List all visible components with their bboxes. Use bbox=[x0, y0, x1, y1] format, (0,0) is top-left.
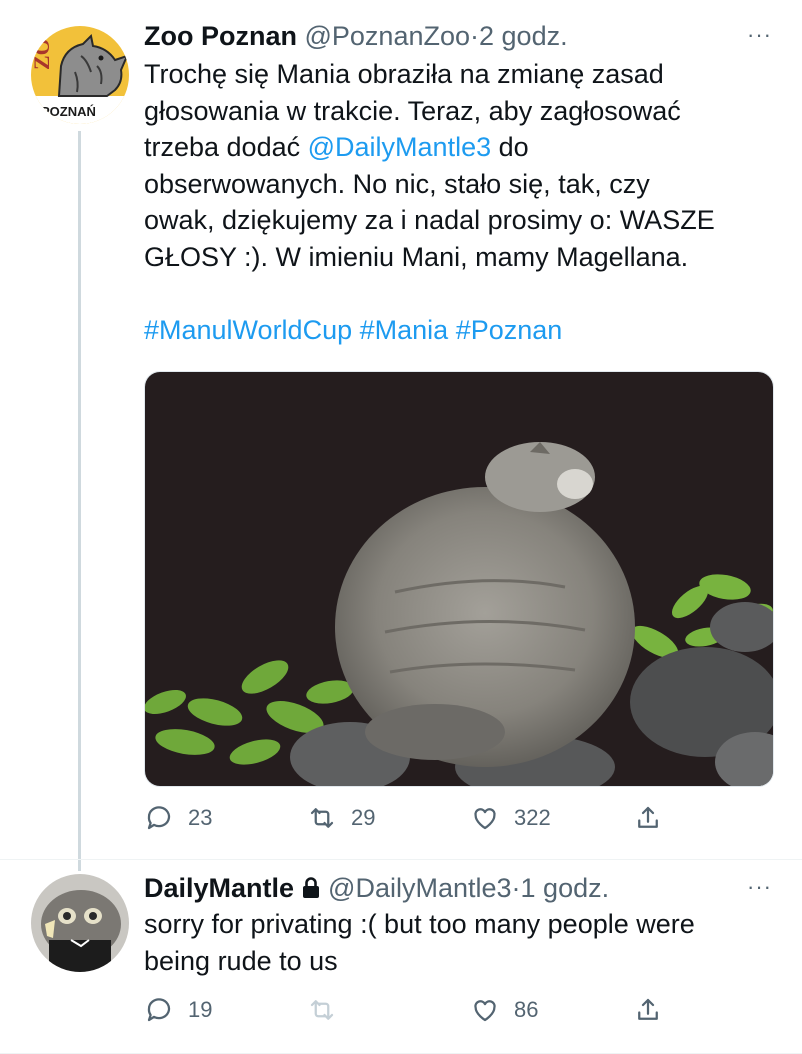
more-icon[interactable]: ··· bbox=[747, 22, 772, 48]
tweet-text-line: owak, dziękujemy za i nadal prosimy o: W… bbox=[144, 205, 715, 235]
user-handle[interactable]: @PoznanZoo bbox=[305, 21, 471, 51]
tweet-text-fragment: trzeba dodać bbox=[144, 132, 301, 162]
separator-dot: · bbox=[470, 21, 480, 51]
tweet-text-line: being rude to us bbox=[144, 945, 338, 976]
like-icon bbox=[474, 1000, 496, 1022]
logo-city-text: POZNAŃ bbox=[41, 104, 96, 119]
tweet-text-line: trzeba dodać @DailyMantle3 do bbox=[144, 129, 772, 166]
hashtag-link[interactable]: #Poznan bbox=[456, 315, 563, 345]
tweet-text-line: GŁOSY :). W imieniu Mani, mamy Magellana… bbox=[144, 241, 689, 272]
like-count: 86 bbox=[514, 997, 539, 1022]
like-icon bbox=[474, 808, 496, 830]
retweet-icon bbox=[310, 1000, 334, 1020]
tweet-dailymantle[interactable]: DailyMantle @DailyMantle3·1 godz. ··· sor… bbox=[0, 860, 802, 1054]
display-name[interactable]: DailyMantle bbox=[144, 873, 294, 903]
avatar-zoo-poznan[interactable]: ZOO POZNAŃ bbox=[31, 26, 129, 124]
lock-icon bbox=[303, 877, 320, 898]
tweet-text-fragment: do bbox=[498, 132, 529, 162]
hashtag-link[interactable]: #ManulWorldCup bbox=[144, 315, 352, 345]
manul-photo bbox=[145, 372, 773, 786]
thread-line bbox=[78, 131, 81, 871]
mention-link[interactable]: @DailyMantle3 bbox=[308, 132, 491, 162]
tweet-text-line: Trochę się Mania obraziła na zmianę zasa… bbox=[144, 59, 664, 89]
logo-zoo-text: ZOO bbox=[31, 26, 54, 70]
separator-dot: · bbox=[511, 873, 521, 903]
tweet-text-line: sorry for privating :( but too many peop… bbox=[144, 909, 695, 939]
like-button[interactable]: 322 bbox=[470, 803, 551, 833]
more-icon[interactable]: ··· bbox=[747, 874, 772, 900]
avatar-dailymantle[interactable] bbox=[31, 874, 129, 972]
share-icon bbox=[638, 806, 658, 828]
reply-icon bbox=[147, 806, 171, 830]
share-button[interactable] bbox=[633, 995, 677, 1025]
like-count: 322 bbox=[514, 805, 551, 830]
timestamp[interactable]: 1 godz. bbox=[521, 873, 610, 903]
tweet-text: Trochę się Mania obraziła na zmianę zasa… bbox=[144, 56, 772, 348]
tweet-header: Zoo Poznan @PoznanZoo·2 godz. bbox=[144, 18, 568, 54]
zoo-poznan-logo: ZOO POZNAŃ bbox=[31, 26, 129, 124]
reply-icon bbox=[147, 998, 171, 1022]
tweet-actions: 19 86 bbox=[144, 995, 664, 1035]
tweet-actions: 23 29 322 bbox=[144, 803, 664, 843]
hashtags: #ManulWorldCup #Mania #Poznan bbox=[144, 312, 772, 349]
manul-avatar-image bbox=[31, 874, 129, 972]
like-button[interactable]: 86 bbox=[470, 995, 538, 1025]
tweet-text-line: obserwowanych. No nic, stało się, tak, c… bbox=[144, 168, 650, 199]
retweet-count: 29 bbox=[351, 805, 376, 830]
retweet-button-disabled bbox=[307, 995, 351, 1025]
reply-count: 19 bbox=[188, 997, 213, 1022]
user-handle[interactable]: @DailyMantle3 bbox=[328, 873, 511, 903]
tweet-zoo-poznan[interactable]: ZOO POZNAŃ Zoo Poznan @PoznanZoo·2 godz.… bbox=[0, 0, 802, 871]
hashtag-link[interactable]: #Mania bbox=[360, 315, 449, 345]
display-name[interactable]: Zoo Poznan bbox=[144, 21, 297, 51]
share-icon bbox=[638, 998, 658, 1020]
reply-button[interactable]: 19 bbox=[144, 995, 212, 1025]
tweet-text-line: głosowania w trakcie. Teraz, aby zagłoso… bbox=[144, 95, 681, 126]
retweet-icon bbox=[310, 808, 334, 828]
reply-button[interactable]: 23 bbox=[144, 803, 212, 833]
tweet-photo[interactable] bbox=[144, 371, 774, 787]
tweet-header: DailyMantle @DailyMantle3·1 godz. bbox=[144, 870, 609, 906]
reply-count: 23 bbox=[188, 805, 213, 830]
timestamp[interactable]: 2 godz. bbox=[479, 21, 568, 51]
retweet-button[interactable]: 29 bbox=[307, 803, 375, 833]
share-button[interactable] bbox=[633, 803, 677, 833]
tweet-text: sorry for privating :( but too many peop… bbox=[144, 906, 772, 979]
